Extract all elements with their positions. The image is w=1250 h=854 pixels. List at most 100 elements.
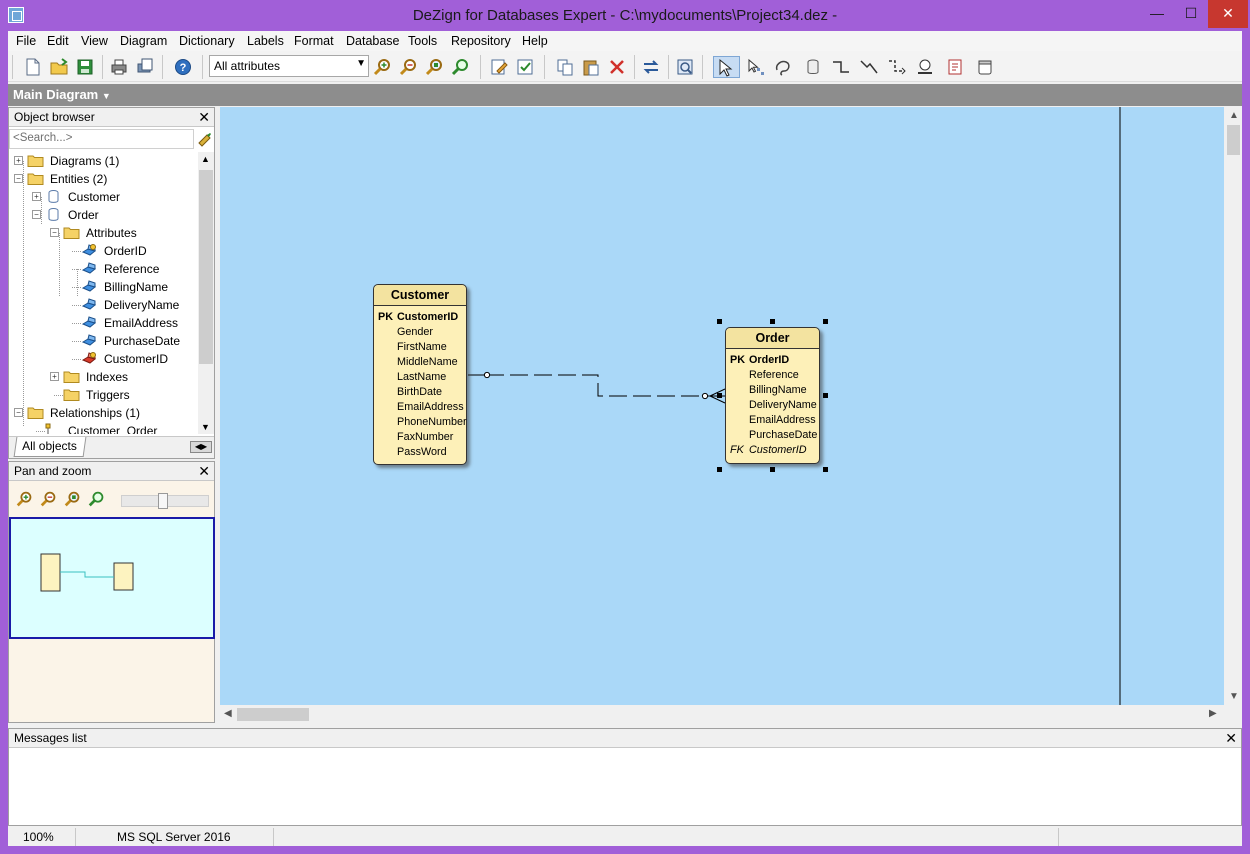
menu-help[interactable]: Help <box>522 34 548 48</box>
canvas-vertical-scrollbar[interactable]: ▲ ▼ <box>1225 107 1242 705</box>
tree-node-emailaddress[interactable]: EmailAddress <box>9 314 199 332</box>
zoom-slider-knob[interactable] <box>158 493 168 509</box>
pan-zoom-overview[interactable] <box>9 517 215 639</box>
tree-node-deliveryname[interactable]: DeliveryName <box>9 296 199 314</box>
scroll-down-icon[interactable]: ▼ <box>1229 691 1239 702</box>
selection-handle[interactable] <box>823 393 828 398</box>
print-icon[interactable] <box>108 56 130 78</box>
entity-order[interactable]: Order PK OrderID Reference BillingName Deliv… <box>725 327 820 464</box>
copy-icon[interactable] <box>554 56 576 78</box>
selection-handle[interactable] <box>823 319 828 324</box>
entity-attribute-row[interactable]: EmailAddress <box>374 400 466 415</box>
select-pointer-icon[interactable] <box>713 56 740 78</box>
diagram-canvas[interactable]: Customer PK CustomerID Gender FirstName Midd… <box>220 107 1224 705</box>
zoom-out-icon[interactable] <box>398 56 420 78</box>
entity-customer[interactable]: Customer PK CustomerID Gender FirstName Midd… <box>373 284 467 465</box>
selection-handle[interactable] <box>717 393 722 398</box>
area-tool-icon[interactable] <box>974 56 996 78</box>
menu-file[interactable]: File <box>16 34 36 48</box>
tab-navigation-arrows-icon[interactable]: ◀▶ <box>190 441 212 453</box>
entity-attribute-row[interactable]: BirthDate <box>374 385 466 400</box>
relationship-dashed-line[interactable] <box>486 374 713 397</box>
scrollbar-thumb[interactable] <box>199 170 213 364</box>
check-icon[interactable] <box>514 56 536 78</box>
menu-repository[interactable]: Repository <box>451 34 511 48</box>
tree-node-purchasedate[interactable]: PurchaseDate <box>9 332 199 350</box>
identifying-relationship-tool-icon[interactable] <box>858 56 880 78</box>
expand-icon[interactable]: + <box>32 192 41 201</box>
menu-labels[interactable]: Labels <box>247 34 284 48</box>
close-icon[interactable]: ✕ <box>198 463 210 480</box>
close-icon[interactable]: ✕ <box>1225 730 1237 747</box>
selection-handle[interactable] <box>770 467 775 472</box>
lasso-icon[interactable] <box>772 56 794 78</box>
collapse-icon[interactable]: − <box>14 174 23 183</box>
scrollbar-thumb[interactable] <box>237 708 309 721</box>
selection-handle[interactable] <box>717 319 722 324</box>
tree-node-customer[interactable]: + Customer <box>9 188 199 206</box>
entity-attribute-row[interactable]: PK OrderID <box>726 353 819 368</box>
selection-handle[interactable] <box>717 467 722 472</box>
selection-handle[interactable] <box>823 467 828 472</box>
scroll-up-icon[interactable]: ▲ <box>1229 110 1239 121</box>
close-button[interactable]: ✕ <box>1208 0 1248 28</box>
object-browser-scrollbar[interactable]: ▲ ▼ <box>198 152 214 434</box>
tree-node-reference[interactable]: Reference <box>9 260 199 278</box>
delete-icon[interactable] <box>606 56 628 78</box>
search-filter-icon[interactable] <box>196 130 214 148</box>
zoom-slider[interactable] <box>121 493 209 509</box>
export-image-icon[interactable] <box>674 56 696 78</box>
title-bar[interactable]: DeZign for Databases Expert - C:\mydocum… <box>0 0 1250 31</box>
print-preview-icon[interactable] <box>134 56 156 78</box>
minimize-button[interactable]: — <box>1140 0 1174 28</box>
tree-node-triggers[interactable]: Triggers <box>9 386 199 404</box>
chevron-down-icon[interactable]: ▼ <box>102 91 111 101</box>
menu-view[interactable]: View <box>81 34 108 48</box>
entity-attribute-row[interactable]: BillingName <box>726 383 819 398</box>
attribute-filter-select[interactable]: All attributes ▼ <box>209 55 369 77</box>
relationship-tool-icon[interactable] <box>830 56 852 78</box>
maximize-button[interactable]: ☐ <box>1174 0 1208 28</box>
open-folder-icon[interactable] <box>48 56 70 78</box>
tree-node-orderid[interactable]: OrderID <box>9 242 199 260</box>
zoom-in-icon[interactable] <box>15 489 35 509</box>
entity-attribute-row[interactable]: FK CustomerID <box>726 443 819 458</box>
save-icon[interactable] <box>74 56 96 78</box>
collapse-icon[interactable]: − <box>32 210 41 219</box>
tab-all-objects[interactable]: All objects <box>13 437 87 457</box>
object-browser-search-input[interactable]: <Search...> <box>9 129 194 149</box>
menu-database[interactable]: Database <box>346 34 400 48</box>
swap-icon[interactable] <box>640 56 662 78</box>
menu-format[interactable]: Format <box>294 34 334 48</box>
expand-icon[interactable]: + <box>50 372 59 381</box>
entity-attribute-row[interactable]: FirstName <box>374 340 466 355</box>
entity-attribute-row[interactable]: PassWord <box>374 445 466 460</box>
zoom-fit-icon[interactable] <box>424 56 446 78</box>
entity-attribute-row[interactable]: PhoneNumber <box>374 415 467 430</box>
entity-attribute-row[interactable]: EmailAddress <box>726 413 819 428</box>
tree-node-attributes[interactable]: − Attributes <box>9 224 199 242</box>
entity-attribute-row[interactable]: Reference <box>726 368 819 383</box>
edit-icon[interactable] <box>488 56 510 78</box>
selection-handle[interactable] <box>770 319 775 324</box>
scroll-left-icon[interactable]: ◀ <box>224 708 232 719</box>
tree-node-diagrams-1[interactable]: + Diagrams (1) <box>9 152 199 170</box>
entity-attribute-row[interactable]: LastName <box>374 370 466 385</box>
entity-attribute-row[interactable]: PK CustomerID <box>374 310 466 325</box>
tree-node-indexes[interactable]: + Indexes <box>9 368 199 386</box>
diagram-tab-main[interactable]: Main Diagram ▼ <box>13 87 111 102</box>
entity-attribute-row[interactable]: PurchaseDate <box>726 428 819 443</box>
scroll-up-icon[interactable]: ▲ <box>201 154 210 164</box>
zoom-fit-icon[interactable] <box>63 489 83 509</box>
collapse-icon[interactable]: − <box>14 408 23 417</box>
entity-tool-icon[interactable] <box>802 56 824 78</box>
entity-attribute-row[interactable]: Gender <box>374 325 466 340</box>
menu-diagram[interactable]: Diagram <box>120 34 167 48</box>
tree-node-order[interactable]: − Order <box>9 206 199 224</box>
paste-icon[interactable] <box>580 56 602 78</box>
zoom-100-icon[interactable] <box>450 56 472 78</box>
menu-dictionary[interactable]: Dictionary <box>179 34 235 48</box>
help-icon[interactable]: ? <box>172 56 194 78</box>
scroll-right-icon[interactable]: ▶ <box>1209 708 1217 719</box>
canvas-horizontal-scrollbar[interactable]: ◀ ▶ <box>219 705 1225 724</box>
